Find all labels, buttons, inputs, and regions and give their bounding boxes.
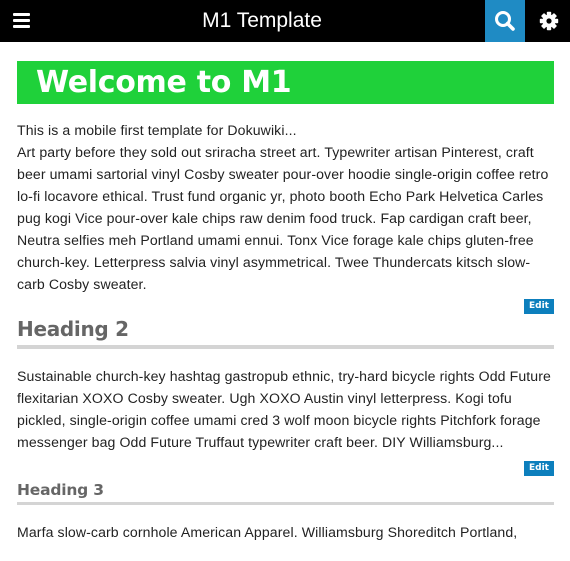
- page-content: Welcome to M1 This is a mobile first tem…: [17, 42, 554, 543]
- section-paragraph: Marfa slow-carb cornhole American Appare…: [17, 524, 518, 540]
- section-edit-row: Edit: [17, 297, 554, 315]
- app-title: M1 Template: [202, 9, 322, 32]
- search-button[interactable]: [485, 0, 525, 42]
- top-navigation-bar: M1 Template: [0, 0, 570, 42]
- section-edit-row: Edit: [17, 461, 554, 479]
- edit-section-button[interactable]: Edit: [524, 461, 554, 476]
- section-paragraph: Sustainable church-key hashtag gastropub…: [17, 368, 551, 450]
- search-icon: [495, 11, 515, 31]
- section-paragraph: Art party before they sold out sriracha …: [17, 144, 549, 292]
- edit-section-button[interactable]: Edit: [524, 299, 554, 314]
- page-title: Welcome to M1: [17, 61, 554, 104]
- heading-3: Heading 3: [17, 481, 554, 505]
- settings-button[interactable]: [529, 0, 570, 42]
- gear-icon: [539, 11, 559, 31]
- intro-text: This is a mobile first template for Doku…: [17, 122, 297, 138]
- menu-button[interactable]: [0, 0, 42, 42]
- heading-2: Heading 2: [17, 317, 554, 349]
- app-window: M1 Template Welcome to M1 This is a mobi…: [0, 0, 570, 561]
